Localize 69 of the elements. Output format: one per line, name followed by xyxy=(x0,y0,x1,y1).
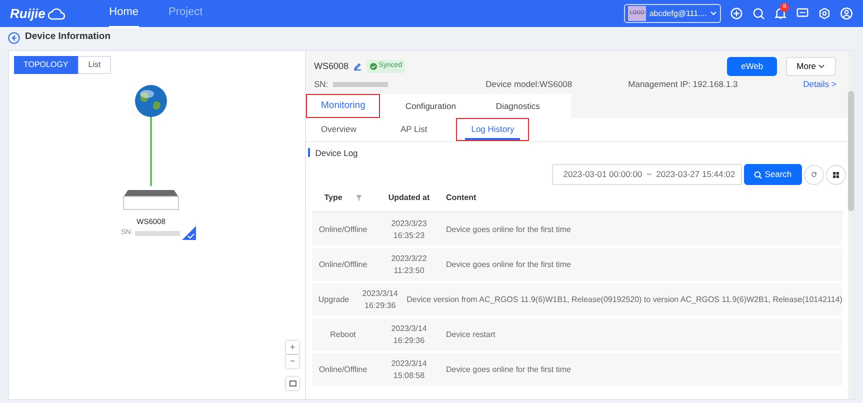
nav-tab[interactable]: Home xyxy=(109,0,138,28)
more-dropdown[interactable]: More xyxy=(786,57,836,76)
brand-name: Ruijie xyxy=(10,4,46,23)
refresh-icon xyxy=(810,170,817,180)
scrollbar[interactable] xyxy=(848,51,854,399)
check-icon xyxy=(182,226,196,240)
redacted-text xyxy=(332,82,388,87)
sn-label: SN: xyxy=(314,78,328,91)
tab[interactable]: Diagnostics xyxy=(480,94,561,118)
device-model: Device model:WS6008 xyxy=(486,78,572,91)
search-button[interactable]: Search xyxy=(744,164,802,185)
column-header: Updated at xyxy=(388,193,430,202)
eweb-button[interactable]: eWeb xyxy=(727,57,778,76)
tab[interactable]: Monitoring xyxy=(306,94,380,118)
device-name: WS6008 xyxy=(314,60,349,73)
bell-icon[interactable] xyxy=(774,7,787,20)
view-toggle-button[interactable]: List xyxy=(78,56,111,74)
table-cell: Online/Offline xyxy=(318,364,368,374)
table-cell: Online/Offline xyxy=(318,224,368,234)
view-toggle-button[interactable]: TOPOLOGY xyxy=(14,56,78,74)
settings-icon[interactable] xyxy=(818,7,831,20)
cloud-icon xyxy=(48,8,66,20)
table-cell-text: 2023/3/14 xyxy=(390,322,428,334)
table-cell: Device goes online for the first time xyxy=(446,224,571,234)
table-cell-text: 16:29:36 xyxy=(392,334,426,346)
column-header: Content xyxy=(446,193,476,202)
sub-tab[interactable]: Overview xyxy=(306,118,372,141)
table-cell-text: 2023/3/14 xyxy=(390,358,428,370)
table-cell-text: 2023/3/14 xyxy=(361,288,399,300)
details-link[interactable]: Details > xyxy=(803,78,836,91)
search-icon xyxy=(754,170,762,179)
table-cell: Device restart xyxy=(446,330,496,338)
frame-icon xyxy=(288,380,296,388)
sub-tab[interactable]: AP List xyxy=(385,118,442,141)
zoom-in-button[interactable]: + xyxy=(286,341,299,354)
edit-icon[interactable] xyxy=(353,62,362,71)
table-cell-text: 16:29:36 xyxy=(364,300,397,312)
page-title: Device Information xyxy=(25,30,111,44)
check-circle-icon xyxy=(370,62,377,70)
sub-tab[interactable]: Log History xyxy=(456,118,530,141)
user-icon[interactable] xyxy=(840,7,853,20)
column-header: Type xyxy=(324,192,342,204)
table-cell-text: 2023/3/23 xyxy=(390,218,428,230)
back-icon[interactable] xyxy=(8,32,20,44)
table-cell: Device goes online for the first time xyxy=(446,260,571,268)
ip-label: Management IP: xyxy=(628,78,691,91)
table-cell-text: 11:23:50 xyxy=(392,264,426,276)
table-cell: Online/Offline xyxy=(318,260,368,268)
zoom-out-button[interactable]: − xyxy=(286,355,299,368)
redacted-text xyxy=(134,230,180,236)
search-icon[interactable] xyxy=(752,7,765,20)
fit-view-button[interactable] xyxy=(286,377,299,390)
add-icon[interactable] xyxy=(730,7,743,20)
table-cell: Device goes online for the first time xyxy=(446,364,571,374)
caret-icon xyxy=(710,11,717,16)
date-range-field[interactable]: 2023-03-01 00:00:00 ~ 2023-03-27 15:44:02 xyxy=(552,164,742,185)
grid-icon xyxy=(833,170,840,179)
table-cell-text: 16:35:23 xyxy=(392,230,426,242)
table-cell-text: 15:08:58 xyxy=(392,370,426,382)
section-title: Device Log xyxy=(315,146,358,160)
caret-icon xyxy=(818,64,826,70)
grid-view-button[interactable] xyxy=(826,164,846,185)
tab[interactable]: Configuration xyxy=(390,94,471,118)
table-cell: Upgrade xyxy=(318,294,350,304)
ip-value: 192.168.1.3 xyxy=(692,78,738,91)
table-cell: Reboot xyxy=(330,330,356,338)
table-cell-text: 2023/3/22 xyxy=(390,252,428,264)
message-icon[interactable] xyxy=(796,7,809,20)
table-cell: Device version from AC_RGOS 11.9(6)W1B1, Release(09192520) to version AC_RGOS 11.9(6)W2B1, Release(10142114) xyxy=(406,294,842,304)
